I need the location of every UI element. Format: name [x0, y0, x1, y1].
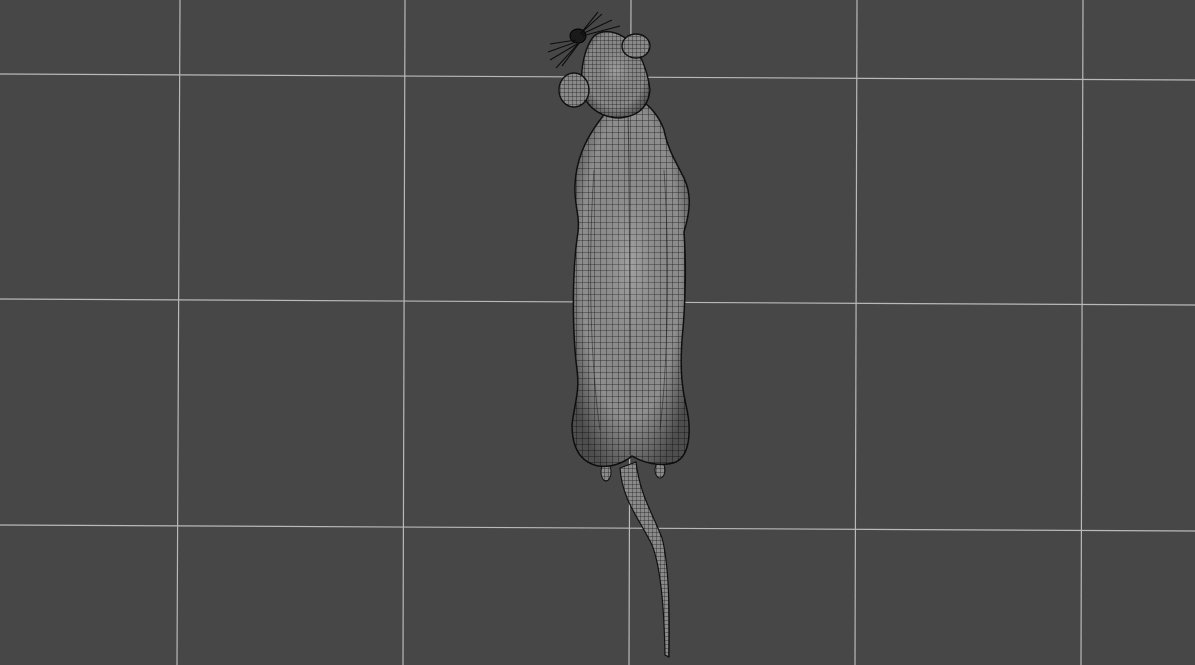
- rat-tail: [619, 461, 670, 658]
- rat-mesh[interactable]: [547, 11, 690, 658]
- rat-ear: [621, 33, 651, 59]
- rat-ear: [558, 72, 590, 108]
- rat-body-shading: [572, 99, 690, 467]
- grid-line-vertical: [1080, 0, 1084, 665]
- viewport-canvas[interactable]: [0, 0, 1195, 665]
- grid-line-horizontal: [0, 524, 1195, 532]
- 3d-viewport[interactable]: [0, 0, 1195, 665]
- grid-line-vertical: [402, 0, 406, 665]
- grid-line-vertical: [854, 0, 858, 665]
- grid-line-vertical: [176, 0, 181, 665]
